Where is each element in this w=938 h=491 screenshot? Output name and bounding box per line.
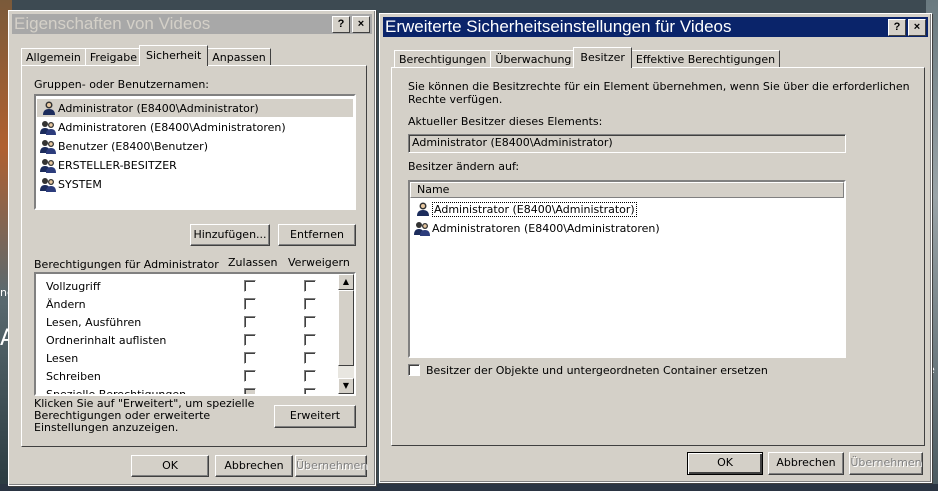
scroll-up-arrow-icon[interactable]: ▲	[338, 274, 354, 290]
owner-name: Administrator (E8400\Administrator)	[432, 201, 637, 217]
owner-name: Administratoren (E8400\Administratoren)	[432, 221, 660, 235]
properties-titlebar[interactable]: Eigenschaften von Videos ? ×	[12, 14, 372, 34]
permissions-label: Berechtigungen für Administrator	[34, 258, 219, 271]
single-user-icon	[43, 101, 55, 115]
single-user-icon	[417, 202, 429, 216]
group-icon	[40, 178, 56, 192]
allow-checkbox[interactable]	[244, 280, 256, 292]
user-name: ERSTELLER-BESITZER	[58, 158, 177, 172]
security-tab-panel: Gruppen- oder Benutzernamen: Administrat…	[21, 65, 367, 447]
allow-checkbox[interactable]	[244, 316, 256, 328]
deny-checkbox[interactable]	[304, 370, 316, 382]
user-name: Administratoren (E8400\Administratoren)	[58, 120, 286, 134]
permission-name: Schreiben	[46, 370, 101, 383]
add-button[interactable]: Hinzufügen...	[190, 224, 270, 246]
user-name: Benutzer (E8400\Benutzer)	[58, 139, 208, 153]
tab-strip: Allgemein Freigabe Sicherheit Anpassen	[21, 44, 271, 66]
tab-berechtigungen[interactable]: Berechtigungen	[394, 50, 492, 68]
list-item[interactable]: Administrator (E8400\Administrator)	[37, 99, 353, 117]
permission-name: Ändern	[46, 298, 86, 311]
group-icon	[40, 121, 56, 135]
tab-effektive-berechtigungen[interactable]: Effektive Berechtigungen	[630, 50, 781, 68]
window-title: Eigenschaften von Videos	[14, 14, 211, 33]
advanced-security-window: Erweiterte Sicherheitseinstellungen für …	[379, 13, 932, 483]
cancel-button[interactable]: Abbrechen	[768, 452, 844, 475]
allow-column-header: Zulassen	[228, 256, 278, 269]
tab-strip: Berechtigungen Überwachung Besitzer Effe…	[394, 46, 781, 68]
tab-freigabe[interactable]: Freigabe	[84, 48, 143, 66]
deny-checkbox[interactable]	[304, 334, 316, 346]
allow-checkbox[interactable]	[244, 298, 256, 310]
permission-name: Vollzugriff	[46, 280, 101, 293]
permission-name: Lesen	[46, 352, 79, 365]
properties-window: Eigenschaften von Videos ? × Allgemein F…	[8, 10, 376, 486]
allow-checkbox[interactable]	[244, 352, 256, 364]
list-item[interactable]: Administrator (E8400\Administrator)	[414, 200, 637, 218]
change-owner-label: Besitzer ändern auf:	[408, 160, 520, 173]
permission-name: Lesen, Ausführen	[46, 316, 142, 329]
deny-checkbox[interactable]	[304, 388, 316, 394]
advanced-security-titlebar[interactable]: Erweiterte Sicherheitseinstellungen für …	[383, 17, 928, 37]
group-icon	[40, 159, 56, 173]
scroll-down-arrow-icon[interactable]: ▼	[338, 378, 354, 394]
allow-checkbox[interactable]	[244, 388, 256, 394]
ok-button[interactable]: OK	[131, 455, 209, 477]
deny-checkbox[interactable]	[304, 352, 316, 364]
user-name: SYSTEM	[58, 177, 102, 191]
permissions-scrollbar[interactable]: ▲ ▼	[338, 274, 354, 394]
replace-owner-checkbox[interactable]	[408, 364, 420, 376]
tab-ueberwachung[interactable]: Überwachung	[490, 50, 577, 68]
allow-checkbox[interactable]	[244, 334, 256, 346]
allow-checkbox[interactable]	[244, 370, 256, 382]
replace-owner-label: Besitzer der Objekte und untergeordneten…	[426, 364, 768, 377]
permissions-list: Vollzugriff Ändern Lesen, Ausführen Ordn…	[34, 272, 356, 396]
window-title: Erweiterte Sicherheitseinstellungen für …	[385, 17, 732, 36]
group-icon	[40, 140, 56, 154]
deny-checkbox[interactable]	[304, 280, 316, 292]
info-text: Rechte verfügen.	[408, 93, 503, 106]
deny-checkbox[interactable]	[304, 316, 316, 328]
help-button[interactable]: ?	[332, 15, 350, 33]
list-item[interactable]: ERSTELLER-BESITZER	[40, 156, 177, 174]
tab-allgemein[interactable]: Allgemein	[21, 48, 86, 66]
help-button[interactable]: ?	[888, 18, 906, 36]
current-owner-field: Administrator (E8400\Administrator)	[408, 134, 846, 153]
advanced-hint-text: Klicken Sie auf "Erweitert", um speziell…	[34, 397, 255, 434]
deny-checkbox[interactable]	[304, 298, 316, 310]
apply-button[interactable]: Übernehmen	[849, 452, 923, 475]
ok-button[interactable]: OK	[687, 452, 763, 475]
tab-anpassen[interactable]: Anpassen	[207, 48, 271, 66]
list-item[interactable]: Administratoren (E8400\Administratoren)	[414, 219, 660, 237]
deny-column-header: Verweigern	[288, 256, 350, 269]
close-button[interactable]: ×	[908, 18, 926, 36]
groups-label: Gruppen- oder Benutzernamen:	[34, 78, 210, 91]
user-name: Administrator (E8400\Administrator)	[58, 101, 259, 115]
close-button[interactable]: ×	[352, 15, 370, 33]
tab-sicherheit[interactable]: Sicherheit	[139, 45, 209, 66]
current-owner-label: Aktueller Besitzer dieses Elements:	[408, 115, 603, 128]
info-text: Sie können die Besitzrechte für ein Elem…	[408, 80, 910, 93]
apply-button[interactable]: Übernehmen	[295, 455, 367, 477]
scroll-thumb[interactable]	[338, 290, 354, 366]
advanced-button[interactable]: Erweitert	[274, 405, 356, 428]
group-icon	[414, 222, 430, 236]
permission-name: Spezielle Berechtigungen	[46, 388, 187, 396]
owner-tab-panel: Sie können die Besitzrechte für ein Elem…	[391, 67, 925, 446]
list-item[interactable]: Administratoren (E8400\Administratoren)	[40, 118, 286, 136]
list-item[interactable]: SYSTEM	[40, 175, 102, 193]
remove-button[interactable]: Entfernen	[278, 224, 356, 246]
tab-besitzer[interactable]: Besitzer	[573, 47, 632, 68]
cancel-button[interactable]: Abbrechen	[215, 455, 293, 477]
users-listbox[interactable]: Administrator (E8400\Administrator) Admi…	[34, 94, 356, 210]
column-header-name[interactable]: Name	[410, 182, 844, 198]
owners-listbox[interactable]: Name Administrator (E8400\Administrator)…	[408, 180, 846, 358]
list-item[interactable]: Benutzer (E8400\Benutzer)	[40, 137, 208, 155]
permission-name: Ordnerinhalt auflisten	[46, 334, 167, 347]
